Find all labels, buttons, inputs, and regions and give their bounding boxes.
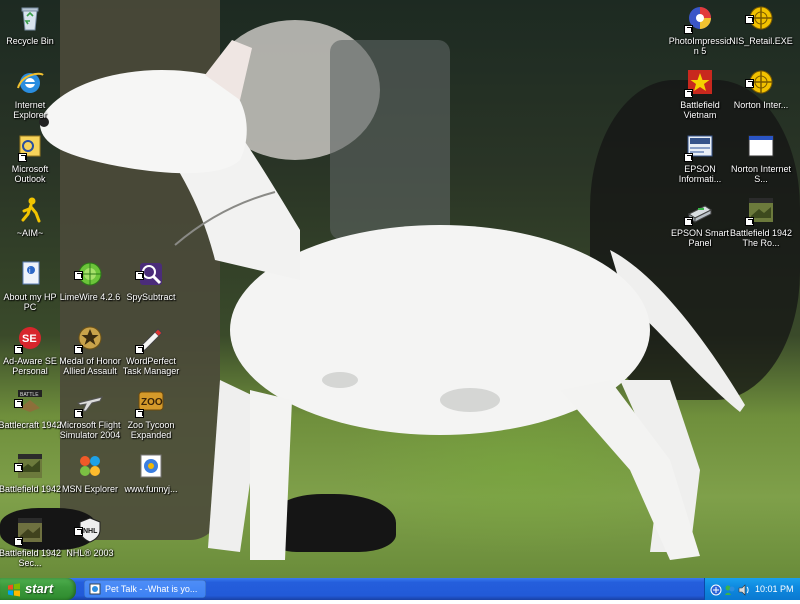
- shortcut-arrow-icon: [74, 527, 83, 536]
- desktop-icon-internet-explorer[interactable]: Internet Explorer: [0, 66, 62, 120]
- shortcut-arrow-icon: [684, 217, 693, 226]
- desktop-icon-label: www.funnyj...: [124, 484, 178, 494]
- desktop-icon-label: SpySubtract: [126, 292, 176, 302]
- desktop-icon-label: Medal of Honor Allied Assault: [59, 356, 121, 376]
- shortcut-arrow-icon: [14, 537, 23, 546]
- web-page-icon: [89, 583, 101, 595]
- hp-info-icon: i: [14, 258, 46, 290]
- desktop-icon-battlefield-1942[interactable]: Battlefield 1942: [0, 450, 62, 494]
- desktop-icon-battlefield-1942-road-to-rome[interactable]: Battlefield 1942 The Ro...: [729, 194, 793, 248]
- system-tray: 10:01 PM: [704, 578, 800, 600]
- desktop-icon-ad-aware[interactable]: SE Ad-Aware SE Personal: [0, 322, 62, 376]
- desktop-icon-label: Battlefield Vietnam: [680, 100, 720, 120]
- shortcut-arrow-icon: [684, 153, 693, 162]
- network-icon[interactable]: [710, 583, 722, 596]
- shortcut-arrow-icon: [135, 409, 144, 418]
- shortcut-arrow-icon: [745, 15, 754, 24]
- desktop-icon-recycle-bin[interactable]: Recycle Bin: [0, 2, 62, 46]
- desktop-icon-wordperfect-task-manager[interactable]: WordPerfect Task Manager: [119, 322, 183, 376]
- desktop-icon-label: EPSON Smart Panel: [670, 228, 729, 248]
- desktop-icon-label: Internet Explorer: [13, 100, 47, 120]
- desktop-icon-label: Battlefield 1942: [0, 484, 62, 494]
- desktop-icon-label: WordPerfect Task Manager: [122, 356, 180, 376]
- desktop-icon-label: Microsoft Flight Simulator 2004: [59, 420, 121, 440]
- taskbar: start Pet Talk - -What is yo... 10:01 PM: [0, 578, 800, 600]
- desktop-icon-funny-website[interactable]: www.funnyj...: [119, 450, 183, 494]
- desktop-icon-label: PhotoImpression 5: [668, 36, 732, 56]
- windows-flag-icon: [7, 582, 21, 597]
- desktop-icon-zoo-tycoon[interactable]: ZOO Zoo Tycoon Expanded: [119, 386, 183, 440]
- web-shortcut-icon: [135, 450, 167, 482]
- desktop-icon-flight-simulator-2004[interactable]: Microsoft Flight Simulator 2004: [58, 386, 122, 440]
- volume-icon[interactable]: [738, 583, 750, 596]
- start-label: start: [25, 581, 54, 596]
- svg-text:SE: SE: [22, 333, 37, 345]
- desktop-icon-battlefield-1942-secret-weapons[interactable]: Battlefield 1942 Sec...: [0, 514, 62, 568]
- desktop-icon-spysubtract[interactable]: SpySubtract: [119, 258, 183, 302]
- taskbar-button-pet-talk[interactable]: Pet Talk - -What is yo...: [84, 580, 206, 598]
- clock[interactable]: 10:01 PM: [755, 578, 794, 600]
- desktop-icon-battlefield-vietnam[interactable]: Battlefield Vietnam: [668, 66, 732, 120]
- shortcut-arrow-icon: [684, 89, 693, 98]
- desktop-icon-norton-internet-security-window[interactable]: Norton Internet S...: [729, 130, 793, 184]
- desktop-icon-epson-smart-panel[interactable]: EPSON Smart Panel: [668, 194, 732, 248]
- desktop-icon-label: Microsoft Outlook: [11, 164, 49, 184]
- shortcut-arrow-icon: [745, 217, 754, 226]
- desktop-icon-label: LimeWire 4.2.6: [59, 292, 121, 302]
- shortcut-arrow-icon: [18, 153, 27, 162]
- shortcut-arrow-icon: [14, 345, 23, 354]
- desktop-icon-label: About my HP PC: [3, 292, 57, 312]
- shortcut-arrow-icon: [135, 345, 144, 354]
- start-button[interactable]: start: [0, 578, 76, 600]
- desktop-icon-nis-retail[interactable]: NIS_Retail.EXE: [729, 2, 793, 46]
- desktop-icon-nhl-2003[interactable]: NHL NHL® 2003: [58, 514, 122, 558]
- desktop-icon-label: Battlefield 1942 Sec...: [0, 548, 62, 568]
- desktop-icon-msn-explorer[interactable]: MSN Explorer: [58, 450, 122, 494]
- svg-text:NHL: NHL: [83, 528, 98, 535]
- svg-text:ZOO: ZOO: [141, 397, 163, 408]
- aim-icon: [14, 194, 46, 226]
- messenger-icon[interactable]: [724, 583, 736, 595]
- desktop-icon-aim[interactable]: ~AIM~: [0, 194, 62, 238]
- desktop-icon-label: MSN Explorer: [61, 484, 118, 494]
- desktop-icon-label: Zoo Tycoon Expanded: [127, 420, 175, 440]
- shortcut-arrow-icon: [14, 463, 23, 472]
- desktop-icon-limewire[interactable]: LimeWire 4.2.6: [58, 258, 122, 302]
- desktop-icon-label: Battlecraft 1942: [0, 420, 62, 430]
- desktop-icon-microsoft-outlook[interactable]: Microsoft Outlook: [0, 130, 62, 184]
- norton-window-icon: [745, 130, 777, 162]
- shortcut-arrow-icon: [14, 399, 23, 408]
- desktop-icon-norton-internet-security[interactable]: Norton Inter...: [729, 66, 793, 110]
- desktop-icon-about-my-hp-pc[interactable]: i About my HP PC: [0, 258, 62, 312]
- shortcut-arrow-icon: [684, 25, 693, 34]
- desktop-icon-label: Battlefield 1942 The Ro...: [729, 228, 793, 248]
- desktop-icon-label: Norton Internet S...: [730, 164, 792, 184]
- desktop-icon-battlecraft-1942[interactable]: BATTLE Battlecraft 1942: [0, 386, 62, 430]
- desktop-icon-label: Ad-Aware SE Personal: [3, 356, 57, 376]
- shortcut-arrow-icon: [135, 271, 144, 280]
- desktop-icon-medal-of-honor[interactable]: Medal of Honor Allied Assault: [58, 322, 122, 376]
- desktop-icon-label: ~AIM~: [16, 228, 44, 238]
- desktop-icon-label: NHL® 2003: [66, 548, 114, 558]
- shortcut-arrow-icon: [74, 271, 83, 280]
- shortcut-arrow-icon: [74, 409, 83, 418]
- shortcut-arrow-icon: [745, 79, 754, 88]
- internet-explorer-icon: [14, 66, 46, 98]
- desktop-icon-photoimpression[interactable]: PhotoImpression 5: [668, 2, 732, 56]
- recycle-bin-icon: [14, 2, 46, 34]
- desktop-icon-label: EPSON Informati...: [678, 164, 722, 184]
- desktop-icon-label: Recycle Bin: [6, 36, 54, 46]
- desktop-icon-epson-information[interactable]: EPSON Informati...: [668, 130, 732, 184]
- msn-butterfly-icon: [74, 450, 106, 482]
- desktop-icon-label: NIS_Retail.EXE: [729, 36, 793, 46]
- taskbar-button-label: Pet Talk - -What is yo...: [105, 584, 198, 594]
- desktop-icon-label: Norton Inter...: [733, 100, 789, 110]
- shortcut-arrow-icon: [74, 345, 83, 354]
- svg-text:BATTLE: BATTLE: [20, 392, 39, 398]
